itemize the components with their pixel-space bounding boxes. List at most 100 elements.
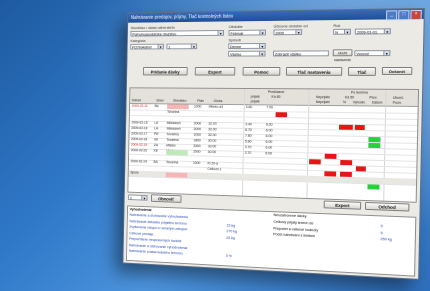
filter-combo-b[interactable]: POTRAVINY ▼ bbox=[130, 43, 164, 50]
filter-combo-j[interactable]: Zobraziť všetko bbox=[273, 50, 329, 57]
table-cell: LA bbox=[154, 126, 159, 131]
chevron-down-icon: ▼ bbox=[259, 43, 265, 49]
filter-combo-h[interactable]: 1 ▼ bbox=[166, 43, 198, 50]
filter-label-d: Spôsob bbox=[228, 37, 242, 43]
table-cell: 2000 bbox=[193, 127, 201, 132]
filter-combo-g[interactable]: N ▼ bbox=[333, 28, 351, 35]
export-bottom-button[interactable]: Export bbox=[323, 200, 362, 210]
summary-left-line: Nahrávanie zostavovacieho termínu bbox=[128, 248, 183, 256]
table-cell: 6.00 bbox=[265, 145, 273, 150]
table-cell: 3.70 bbox=[244, 150, 252, 155]
table-cell: 6.00 bbox=[265, 134, 273, 139]
table-cell: 33.00 bbox=[207, 144, 217, 149]
table-cell: 3.70 bbox=[244, 145, 252, 150]
filter-label-c: Obdobie bbox=[228, 24, 243, 30]
header-ukonc: Ukonč. bbox=[392, 95, 405, 100]
help-button[interactable]: Pomoc bbox=[242, 67, 281, 76]
chevron-down-icon: ▼ bbox=[383, 29, 390, 35]
summary-left-line: Celkové predaje bbox=[129, 230, 154, 236]
finish-button[interactable]: Dokonči bbox=[381, 66, 413, 75]
total-label: Spolu bbox=[130, 170, 139, 175]
table-cell: Mlieko bbox=[166, 143, 176, 148]
table-cell: Mlieko-a3 bbox=[208, 104, 224, 109]
col-stredisko: Stredisko bbox=[173, 98, 187, 103]
filter-combo-d[interactable]: Denne ▼ bbox=[228, 43, 266, 49]
chevron-down-icon: ▼ bbox=[343, 29, 350, 35]
table-cell: LA bbox=[154, 120, 159, 125]
close-button[interactable]: × bbox=[410, 9, 422, 21]
filter-combo-g-value: N bbox=[335, 29, 339, 35]
refresh-button[interactable]: Obnoviť bbox=[150, 194, 182, 203]
minimize-button[interactable]: _ bbox=[386, 10, 398, 21]
export-button[interactable]: Export bbox=[194, 67, 236, 76]
close-window-button[interactable]: Odchod bbox=[364, 201, 410, 212]
filter-combo-j-value: Zobraziť všetko bbox=[274, 51, 302, 57]
col-uloha: Úloha bbox=[213, 99, 223, 104]
chevron-down-icon: ▼ bbox=[259, 30, 266, 36]
col-neprijate: Neprijaté bbox=[315, 100, 330, 105]
window-titlebar: Nahrávanie predajov, príjmy, Tlač kontro… bbox=[128, 8, 424, 23]
status-cell-red bbox=[324, 171, 337, 177]
summary-right-value: 250 kg bbox=[380, 237, 392, 242]
filter-combo-i[interactable]: Všetko ▼ bbox=[228, 50, 266, 57]
status-cell-pink bbox=[167, 104, 189, 110]
table-cell: 30.00 bbox=[207, 138, 217, 143]
summary-left-value: 20 kg bbox=[226, 235, 235, 240]
filter-combo-f[interactable]: 2009-01-01 ▼ bbox=[354, 28, 391, 35]
maximize-button[interactable]: □ bbox=[398, 10, 410, 21]
filter-combo-e[interactable]: 2009 ▼ bbox=[273, 29, 303, 36]
col-plan: Plán bbox=[197, 99, 204, 103]
chevron-down-icon: ▼ bbox=[383, 51, 390, 57]
table-cell: 1000 bbox=[194, 104, 202, 109]
table-cell: 7.80 bbox=[245, 133, 252, 138]
save-settings-button[interactable]: Uložiť nastavenie bbox=[332, 49, 353, 62]
filter-combo-i-value: Všetko bbox=[229, 51, 242, 57]
table-cell: 6.00 bbox=[265, 122, 273, 127]
status-cell-red bbox=[324, 153, 337, 159]
status-cell-red bbox=[340, 159, 353, 166]
header-predcasne: Predčasne bbox=[267, 90, 285, 94]
table-cell: 3.80 bbox=[245, 105, 253, 110]
filter-combo-b-value: POTRAVINY bbox=[131, 44, 153, 50]
table-cell: 1800 bbox=[193, 138, 201, 143]
table-cell: 5.80 bbox=[244, 139, 252, 144]
summary-left-value: 270 kg bbox=[226, 229, 237, 234]
filter-combo-a-value: Poľnohospodárske družstvo bbox=[132, 31, 177, 37]
print-button[interactable]: Tlač bbox=[347, 66, 377, 76]
footer-combo[interactable]: 1 ▼ bbox=[128, 194, 148, 201]
summary-right-line: Prepočet a celkové hodnoty bbox=[273, 226, 319, 232]
col-prijate: prijaté bbox=[250, 99, 260, 104]
table-cell: 1000 bbox=[192, 161, 201, 165]
table-cell: 1000 bbox=[193, 132, 201, 137]
status-cell-red bbox=[275, 112, 288, 118]
col-smer: Smer bbox=[156, 98, 164, 103]
table-cell: SK bbox=[153, 137, 159, 142]
data-grid: Predčasne Po termíne prijaté Ká 80 Nepri… bbox=[127, 87, 420, 203]
status-cell-red bbox=[354, 124, 365, 131]
status-cell-red bbox=[309, 159, 321, 165]
add-batch-button[interactable]: Pridanie dávky bbox=[142, 67, 188, 76]
table-cell: 2000 bbox=[193, 121, 202, 126]
status-cell-red bbox=[355, 166, 366, 172]
table-cell: KE bbox=[153, 148, 159, 153]
summary-left-value: 15 kg bbox=[226, 223, 236, 228]
header-ka80: Ká 80 bbox=[271, 94, 281, 99]
table-cell: Mliekáreň bbox=[166, 121, 181, 126]
summary-right-value: 5 bbox=[380, 230, 383, 235]
header-po-termine: Po termíne bbox=[350, 90, 369, 95]
table-cell: PR bbox=[154, 132, 159, 136]
status-cell-green bbox=[368, 142, 381, 149]
filter-combo-a[interactable]: Poľnohospodárske družstvo ▼ bbox=[130, 30, 225, 37]
summary-left-line: Nahrávanie a úlohovanie vyhodnotenia bbox=[129, 212, 188, 220]
summary-right-line: Celkový prijatý termín do bbox=[273, 219, 314, 226]
filter-combo-c[interactable]: Február ▼ bbox=[228, 29, 267, 36]
filter-combo-k[interactable]: Vypnúť ▼ bbox=[354, 50, 391, 57]
print-settings-button[interactable]: Tlač nastavenia bbox=[285, 66, 343, 76]
filter-label-e: Účtovné obdobie od bbox=[273, 23, 308, 29]
chevron-down-icon: ▼ bbox=[258, 51, 265, 57]
chevron-down-icon: ▼ bbox=[295, 30, 302, 36]
header-prijate: prijaté bbox=[250, 94, 260, 99]
header-neprijate: Neprijaté bbox=[316, 95, 331, 100]
filter-combo-k-value: Vypnúť bbox=[356, 51, 370, 57]
status-cell-green bbox=[368, 137, 381, 143]
